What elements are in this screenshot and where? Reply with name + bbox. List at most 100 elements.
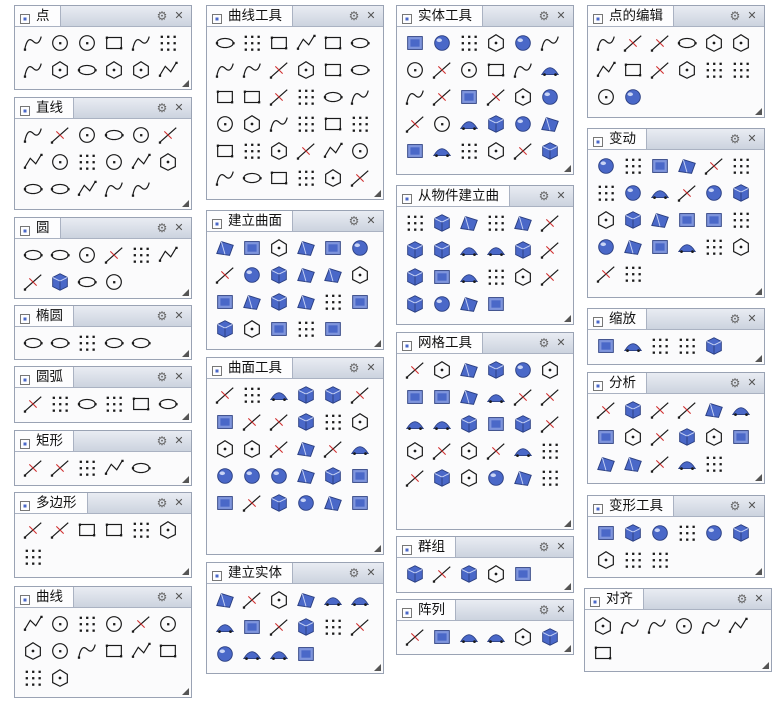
srf-grid-button[interactable] bbox=[320, 316, 346, 342]
obj-dup-border-button[interactable] bbox=[537, 210, 563, 236]
st-extend-button[interactable] bbox=[347, 382, 373, 408]
resize-grip[interactable] bbox=[755, 288, 762, 295]
tr-c-button[interactable] bbox=[647, 234, 673, 260]
close-icon[interactable]: ✕ bbox=[745, 131, 759, 147]
mesh-patch-button[interactable] bbox=[429, 438, 455, 464]
st-offset-button[interactable] bbox=[320, 382, 346, 408]
stack-solids-button[interactable] bbox=[456, 111, 482, 137]
resize-grip[interactable] bbox=[182, 413, 189, 420]
st-match-button[interactable] bbox=[293, 382, 319, 408]
st-person-button[interactable] bbox=[293, 436, 319, 462]
panel-tab[interactable]: 实体工具 bbox=[397, 6, 483, 26]
shift-face-button[interactable] bbox=[402, 111, 428, 137]
curve-interp-button[interactable] bbox=[47, 611, 73, 637]
curve-free-button[interactable] bbox=[47, 638, 73, 664]
resize-grip[interactable] bbox=[182, 289, 189, 296]
array-rect-button[interactable] bbox=[402, 624, 428, 650]
obj-extract-button[interactable] bbox=[483, 237, 509, 263]
tr-copy-button[interactable] bbox=[620, 153, 646, 179]
resize-grip[interactable] bbox=[755, 355, 762, 362]
resize-grip[interactable] bbox=[374, 664, 381, 671]
gear-icon[interactable]: ⚙ bbox=[537, 336, 551, 350]
crv-e-button[interactable] bbox=[320, 138, 346, 164]
mesh-stack-b-button[interactable] bbox=[510, 438, 536, 464]
panel-tab[interactable]: 矩形 bbox=[15, 431, 74, 451]
srf-revolve-button[interactable] bbox=[293, 262, 319, 288]
solid-torus-b-button[interactable] bbox=[212, 641, 238, 667]
crv-h-button[interactable] bbox=[239, 165, 265, 191]
points-on-curve-button[interactable] bbox=[101, 30, 127, 56]
gear-icon[interactable]: ⚙ bbox=[155, 496, 169, 510]
mesh-num-button[interactable] bbox=[537, 465, 563, 491]
polygon-edge-button[interactable] bbox=[47, 517, 73, 543]
panel-tab[interactable]: 分析 bbox=[588, 373, 647, 393]
polygon-sq-a-button[interactable] bbox=[101, 517, 127, 543]
tr-bend-button[interactable] bbox=[701, 180, 727, 206]
solid-box-button[interactable] bbox=[212, 587, 238, 613]
dash-curve-button[interactable] bbox=[347, 57, 373, 83]
close-icon[interactable]: ✕ bbox=[172, 8, 186, 24]
curve-c-button[interactable] bbox=[47, 665, 73, 691]
panel-title-bar[interactable]: 点的编辑 ⚙ ✕ bbox=[588, 6, 764, 27]
tr-array-polar-button[interactable] bbox=[647, 207, 673, 233]
panel-title-bar[interactable]: 缩放 ⚙ ✕ bbox=[588, 309, 764, 330]
solid-ellipsoid-button[interactable] bbox=[293, 587, 319, 613]
mesh-triangulate-button[interactable] bbox=[483, 411, 509, 437]
srf-sweep2-button[interactable] bbox=[320, 235, 346, 261]
box-d-button[interactable] bbox=[402, 138, 428, 164]
array-crv-srf-button[interactable] bbox=[510, 624, 536, 650]
srf-heat-button[interactable] bbox=[293, 316, 319, 342]
polyline-button[interactable] bbox=[47, 122, 73, 148]
close-icon[interactable]: ✕ bbox=[364, 360, 378, 376]
group-button[interactable] bbox=[402, 561, 428, 587]
curve-sketch-button[interactable] bbox=[101, 611, 127, 637]
close-icon[interactable]: ✕ bbox=[745, 498, 759, 514]
blend-curve-button[interactable] bbox=[266, 30, 292, 56]
gear-icon[interactable]: ⚙ bbox=[347, 214, 361, 228]
al-both-button[interactable] bbox=[590, 640, 616, 666]
obj-dup-mesh-button[interactable] bbox=[510, 237, 536, 263]
an-plane-button[interactable] bbox=[728, 424, 754, 450]
resize-grip[interactable] bbox=[182, 350, 189, 357]
mesh-flat-button[interactable] bbox=[456, 384, 482, 410]
tr-a-button[interactable] bbox=[593, 234, 619, 260]
srf-cut-button[interactable] bbox=[320, 289, 346, 315]
resize-grip[interactable] bbox=[762, 662, 769, 669]
srf-cylinder-button[interactable] bbox=[212, 289, 238, 315]
gear-icon[interactable]: ⚙ bbox=[155, 221, 169, 235]
curve-helix-button[interactable] bbox=[155, 611, 181, 637]
mesh-weld-button[interactable] bbox=[537, 384, 563, 410]
gear-icon[interactable]: ⚙ bbox=[155, 101, 169, 115]
line-perpendicular-button[interactable] bbox=[128, 149, 154, 175]
deg-label-button[interactable] bbox=[239, 111, 265, 137]
fair-label-button[interactable] bbox=[266, 111, 292, 137]
def-twist-button[interactable] bbox=[620, 520, 646, 546]
mesh-reduce-button[interactable] bbox=[483, 438, 509, 464]
circle-fit-button[interactable] bbox=[74, 269, 100, 295]
extend-curve-button[interactable] bbox=[347, 30, 373, 56]
mesh-bucket-button[interactable] bbox=[429, 384, 455, 410]
scale-grid-button[interactable] bbox=[701, 333, 727, 359]
line-dashed-button[interactable] bbox=[47, 176, 73, 202]
st-merge-button[interactable] bbox=[212, 409, 238, 435]
mesh-check-button[interactable] bbox=[402, 357, 428, 383]
box-e-button[interactable] bbox=[429, 138, 455, 164]
divide-curve-button[interactable] bbox=[128, 30, 154, 56]
st-deg-button[interactable] bbox=[212, 463, 238, 489]
split-face-button[interactable] bbox=[429, 84, 455, 110]
st-x-button[interactable] bbox=[212, 490, 238, 516]
tr-e-button[interactable] bbox=[701, 234, 727, 260]
dense-grid-button[interactable] bbox=[74, 57, 100, 83]
gear-icon[interactable]: ⚙ bbox=[155, 434, 169, 448]
box-b-button[interactable] bbox=[510, 111, 536, 137]
offset-curve-button[interactable] bbox=[320, 30, 346, 56]
srf-rail-1-2-button[interactable] bbox=[212, 316, 238, 342]
solid-truncated-cone-button[interactable] bbox=[239, 614, 265, 640]
al-bottom-button[interactable] bbox=[590, 613, 616, 639]
rect-center-button[interactable] bbox=[47, 455, 73, 481]
mesh-sphere-button[interactable] bbox=[402, 438, 428, 464]
scale-nonuni-button[interactable] bbox=[674, 333, 700, 359]
panel-title-bar[interactable]: 从物件建立曲 ⚙ ✕ bbox=[397, 186, 573, 207]
curve-conic-button[interactable] bbox=[128, 611, 154, 637]
person-edit-button[interactable] bbox=[320, 84, 346, 110]
